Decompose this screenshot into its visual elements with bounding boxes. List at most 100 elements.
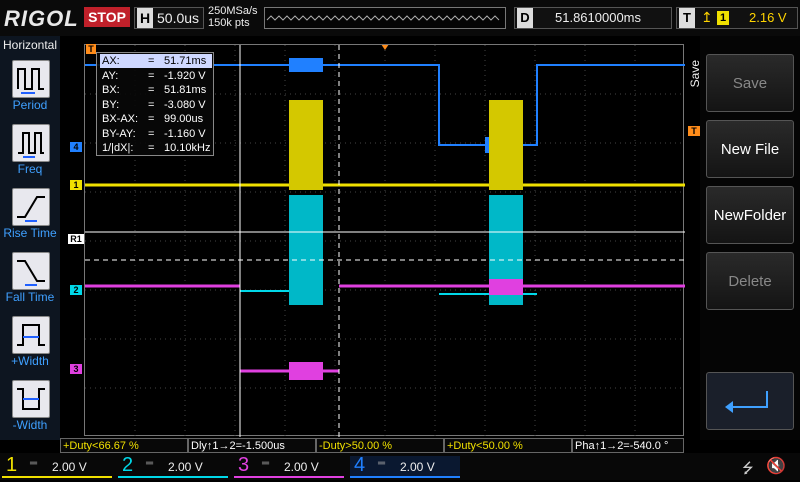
sidebar-item-label: Fall Time: [5, 290, 55, 304]
delete-button[interactable]: Delete: [706, 252, 794, 310]
cursor-value: 51.81ms: [164, 84, 207, 96]
save-button[interactable]: Save: [706, 54, 794, 112]
overview-waveform-icon: [266, 15, 500, 21]
brand-logo: RIGOL: [4, 6, 79, 31]
cursor-eq: =: [148, 98, 155, 111]
freq-icon: [12, 124, 50, 162]
speaker-muted-icon[interactable]: 🔇: [766, 456, 786, 476]
cursor-value: -3.080 V: [164, 98, 206, 111]
trigger-source: 1: [717, 11, 729, 25]
cursor-row-dx: BX-AX: = 99.00us: [100, 112, 212, 126]
measurement-item[interactable]: +Duty<50.00 %: [444, 438, 572, 453]
cursor-eq: =: [148, 84, 155, 96]
run-stop-status[interactable]: STOP: [84, 7, 130, 27]
sample-rate: 250MSa/s: [208, 5, 258, 17]
cursor-eq: =: [148, 55, 155, 67]
dc-coupling-icon: ═: [378, 458, 386, 469]
measurement-item[interactable]: Dly↑1→2=-1.500us: [188, 438, 316, 453]
cursor-key: BX:: [102, 84, 120, 96]
channel-scale: 2.00 V: [400, 460, 435, 474]
cursor-readout-panel: AX: = 51.71ms AY: = -1.920 V BX: = 51.81…: [96, 52, 214, 156]
channel-number: 3: [238, 454, 250, 476]
cursor-row-ax: AX: = 51.71ms: [100, 54, 212, 68]
measurement-item[interactable]: Pha↑1→2=-540.0 °: [572, 438, 684, 453]
dc-coupling-icon: ═: [30, 458, 38, 469]
cursor-key: AY:: [102, 69, 119, 82]
cursor-key: BX-AX:: [102, 113, 139, 125]
sidebar-item-minus-width[interactable]: -Width: [0, 380, 60, 444]
rise-time-icon: [12, 188, 50, 226]
cursor-row-bx: BX: = 51.81ms: [100, 83, 212, 97]
measurement-item[interactable]: -Duty>50.00 %: [316, 438, 444, 453]
channel-scale: 2.00 V: [52, 460, 87, 474]
trigger-level-marker[interactable]: T: [688, 126, 700, 136]
timebase-display[interactable]: H 50.0us: [134, 7, 204, 29]
delay-display[interactable]: D 51.8610000ms: [514, 7, 672, 29]
sidebar-item-label: Rise Time: [3, 226, 57, 240]
channel-1-status[interactable]: 1 ═ 2.00 V: [2, 454, 112, 478]
trigger-position-marker[interactable]: T: [86, 44, 96, 54]
channel-3-status[interactable]: 3 ═ 2.00 V: [234, 454, 344, 478]
trigger-level: 2.16 V: [749, 10, 787, 25]
waveform-overview[interactable]: [264, 7, 506, 29]
return-icon: [725, 391, 768, 413]
ref-offset-marker[interactable]: R1: [68, 234, 84, 244]
cursor-key: BY:: [102, 98, 120, 111]
sidebar-item-label: Period: [12, 98, 48, 112]
measurement-bar: +Duty<66.67 % Dly↑1→2=-1.500us -Duty>50.…: [60, 438, 684, 453]
cursor-key: BY-AY:: [102, 127, 136, 140]
new-file-button[interactable]: New File: [706, 120, 794, 178]
sidebar-item-label: +Width: [11, 354, 49, 368]
cursor-value: -1.160 V: [164, 127, 206, 140]
channel-4-status[interactable]: 4 ═ 2.00 V: [350, 454, 460, 478]
cursor-value: 99.00us: [164, 113, 204, 125]
sidebar-title: Horizontal: [2, 38, 58, 52]
cursor-key: 1/|dX|:: [102, 142, 134, 154]
memory-depth: 150k pts: [208, 17, 250, 29]
sidebar-item-freq[interactable]: Freq: [0, 124, 60, 188]
cursor-eq: =: [148, 127, 155, 140]
cursor-row-ay: AY: = -1.920 V: [100, 69, 212, 83]
dc-coupling-icon: ═: [262, 458, 270, 469]
cursor-key: AX:: [102, 55, 120, 67]
channel-scale: 2.00 V: [168, 460, 203, 474]
menu-title-tab: Save: [688, 60, 702, 88]
channel-number: 4: [354, 454, 366, 476]
timebase-value: 50.0us: [157, 10, 200, 26]
acquisition-info: 250MSa/s 150k pts: [208, 5, 258, 29]
rising-edge-icon: ↥: [701, 9, 713, 25]
cursor-eq: =: [148, 142, 155, 154]
trigger-display[interactable]: T ↥ 1 2.16 V: [676, 7, 798, 29]
delay-value: 51.8610000ms: [555, 10, 642, 25]
cursor-eq: =: [148, 113, 155, 125]
timebase-label: H: [137, 8, 153, 28]
new-folder-button[interactable]: NewFolder: [706, 186, 794, 244]
channel-2-status[interactable]: 2 ═ 2.00 V: [118, 454, 228, 478]
cursor-value: -1.920 V: [164, 69, 206, 82]
return-button[interactable]: [706, 372, 794, 430]
fall-time-icon: [12, 252, 50, 290]
cursor-value: 51.71ms: [164, 55, 207, 67]
sidebar-item-period[interactable]: Period: [0, 60, 60, 124]
trigger-label: T: [679, 8, 695, 28]
dc-coupling-icon: ═: [146, 458, 154, 469]
usb-icon: ⭍: [742, 460, 754, 476]
sidebar-item-plus-width[interactable]: +Width: [0, 316, 60, 380]
period-icon: [12, 60, 50, 98]
cursor-row-dy: BY-AY: = -1.160 V: [100, 127, 212, 141]
cursor-row-by: BY: = -3.080 V: [100, 98, 212, 112]
cursor-value: 10.10kHz: [164, 142, 211, 154]
cursor-row-freq: 1/|dX|: = 10.10kHz: [100, 141, 212, 155]
plus-width-icon: [12, 316, 50, 354]
measurement-item[interactable]: +Duty<66.67 %: [60, 438, 188, 453]
ch3-offset-marker[interactable]: 3: [70, 364, 82, 374]
sidebar-item-rise-time[interactable]: Rise Time: [0, 188, 60, 252]
channel-scale: 2.00 V: [284, 460, 319, 474]
sidebar-item-fall-time[interactable]: Fall Time: [0, 252, 60, 316]
ch1-offset-marker[interactable]: 1: [70, 180, 82, 190]
cursor-eq: =: [148, 69, 155, 82]
ch4-offset-marker[interactable]: 4: [70, 142, 82, 152]
ch2-offset-marker[interactable]: 2: [70, 285, 82, 295]
channel-number: 2: [122, 454, 134, 476]
channel-number: 1: [6, 454, 18, 476]
